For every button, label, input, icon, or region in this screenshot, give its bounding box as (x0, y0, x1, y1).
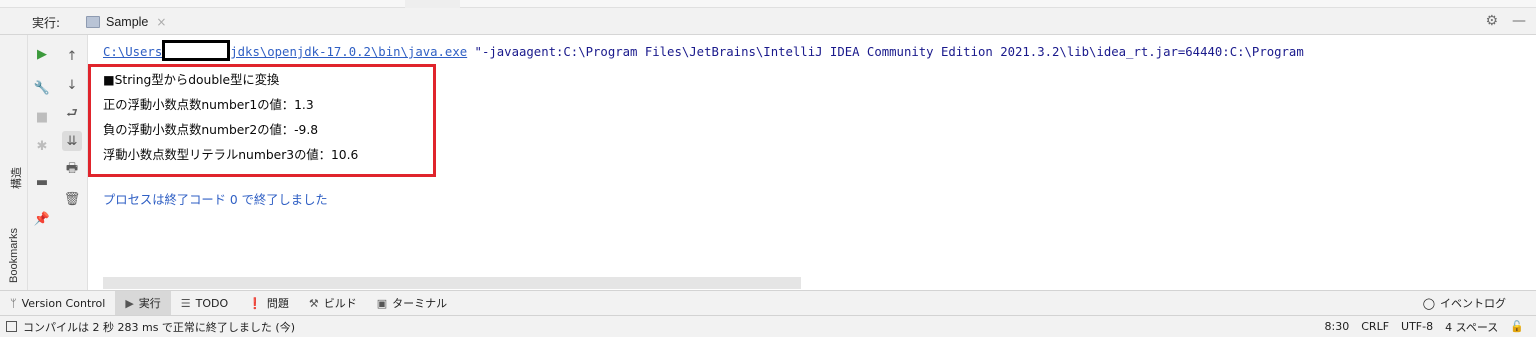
debug-icon[interactable]: ✱ (32, 136, 52, 156)
trash-icon[interactable]: 🗑 (62, 189, 82, 209)
stop-icon[interactable]: ■ (32, 107, 52, 127)
tool-problems[interactable]: ❗ 問題 (238, 291, 299, 316)
java-path-link-suffix[interactable]: jdks\openjdk-17.0.2\bin\java.exe (230, 45, 467, 59)
run-toolbar-secondary: ↑ ↓ ⮐ ⇊ 🖶 🗑 (56, 35, 88, 290)
run-window-label: 実行: (32, 16, 61, 30)
tool-label: 問題 (266, 297, 289, 310)
tool-label: 実行 (138, 297, 161, 310)
run-tab-title: Sample (106, 14, 149, 29)
event-log-button[interactable]: ◯ イベントログ (1423, 295, 1536, 311)
tool-terminal[interactable]: ▣ ターミナル (367, 291, 457, 316)
caret-position[interactable]: 8:30 (1325, 320, 1350, 333)
file-encoding[interactable]: UTF-8 (1401, 320, 1433, 333)
soft-wrap-icon[interactable]: ⮐ (62, 105, 82, 125)
run-toolbar-primary: ▶ 🔧 ■ ✱ ▬ 📌 (28, 35, 56, 290)
header-actions: ⚙ — (1485, 13, 1526, 29)
gear-icon[interactable]: ⚙ (1485, 13, 1498, 29)
java-path-link-prefix[interactable]: C:\Users (103, 45, 162, 59)
print-icon[interactable]: 🖶 (62, 160, 82, 180)
indent-setting[interactable]: 4 スペース (1445, 319, 1498, 335)
highlight-box (88, 64, 436, 177)
terminal-icon: ▣ (376, 296, 388, 310)
status-message-area: コンパイルは 2 秒 283 ms で正常に終了しました (今) (0, 319, 295, 335)
event-log-label: イベントログ (1440, 297, 1506, 310)
tool-label: ターミナル (392, 297, 448, 310)
editor-area-edge (0, 0, 1536, 8)
horizontal-scrollbar[interactable] (103, 277, 801, 289)
tool-label: ビルド (323, 297, 357, 310)
rerun-icon[interactable]: ▶ (32, 44, 52, 64)
minus-icon[interactable]: — (1512, 13, 1526, 29)
down-arrow-icon[interactable]: ↓ (62, 75, 82, 95)
exit-message: プロセスは終了コード 0 で終了しました (103, 193, 328, 207)
list-icon: ☰ (180, 296, 191, 310)
status-widgets: 8:30 CRLF UTF-8 4 スペース 🔓 (1325, 319, 1536, 335)
layout-icon[interactable]: ▬ (32, 172, 52, 192)
bookmarks-label: Bookmarks (8, 227, 20, 283)
branch-icon: ᛘ (10, 296, 17, 310)
wrench-icon[interactable]: 🔧 (32, 78, 52, 98)
tool-run[interactable]: ▶ 実行 (115, 290, 171, 316)
close-icon[interactable]: × (156, 15, 166, 29)
left-tool-stripe: 構造 Bookmarks (0, 35, 28, 290)
toggle-tool-windows-icon[interactable] (6, 321, 17, 332)
console-output[interactable]: C:\Users jdks\openjdk-17.0.2\bin\java.exe… (88, 35, 1536, 290)
play-icon: ▶ (125, 296, 134, 310)
command-line: C:\Users jdks\openjdk-17.0.2\bin\java.exe… (103, 40, 1304, 61)
tool-build[interactable]: ⚒ ビルド (299, 291, 367, 316)
pin-icon[interactable]: 📌 (32, 209, 52, 229)
run-tab-sample[interactable]: Sample × (80, 8, 172, 35)
line-separator[interactable]: CRLF (1361, 320, 1389, 333)
tool-label: TODO (195, 296, 229, 310)
hammer-icon: ⚒ (308, 296, 319, 310)
up-arrow-icon[interactable]: ↑ (62, 46, 82, 66)
scroll-to-end-icon[interactable]: ⇊ (62, 131, 82, 151)
event-log-icon: ◯ (1422, 296, 1435, 310)
bookmarks-stripe-button[interactable]: Bookmarks (6, 205, 22, 285)
structure-stripe-button[interactable]: 構造 (6, 145, 23, 205)
tool-version-control[interactable]: ᛘ Version Control (0, 291, 115, 316)
problem-icon: ❗ (248, 296, 262, 310)
redaction-box (162, 40, 231, 61)
bottom-tool-bar: ᛘ Version Control ▶ 実行 ☰ TODO ❗ 問題 ⚒ ビルド… (0, 290, 1536, 316)
tool-todo[interactable]: ☰ TODO (171, 291, 238, 316)
editor-gutter (405, 0, 460, 8)
status-message[interactable]: コンパイルは 2 秒 283 ms で正常に終了しました (今) (23, 319, 295, 335)
run-config-icon (86, 15, 100, 28)
run-tool-window-header: 実行: Sample × ⚙ — (0, 8, 1536, 35)
structure-label: 構造 (11, 167, 23, 189)
tool-label: Version Control (21, 296, 106, 310)
command-args: "-javaagent:C:\Program Files\JetBrains\I… (467, 45, 1304, 59)
status-bar: コンパイルは 2 秒 283 ms で正常に終了しました (今) 8:30 CR… (0, 315, 1536, 337)
lock-icon[interactable]: 🔓 (1510, 320, 1524, 333)
